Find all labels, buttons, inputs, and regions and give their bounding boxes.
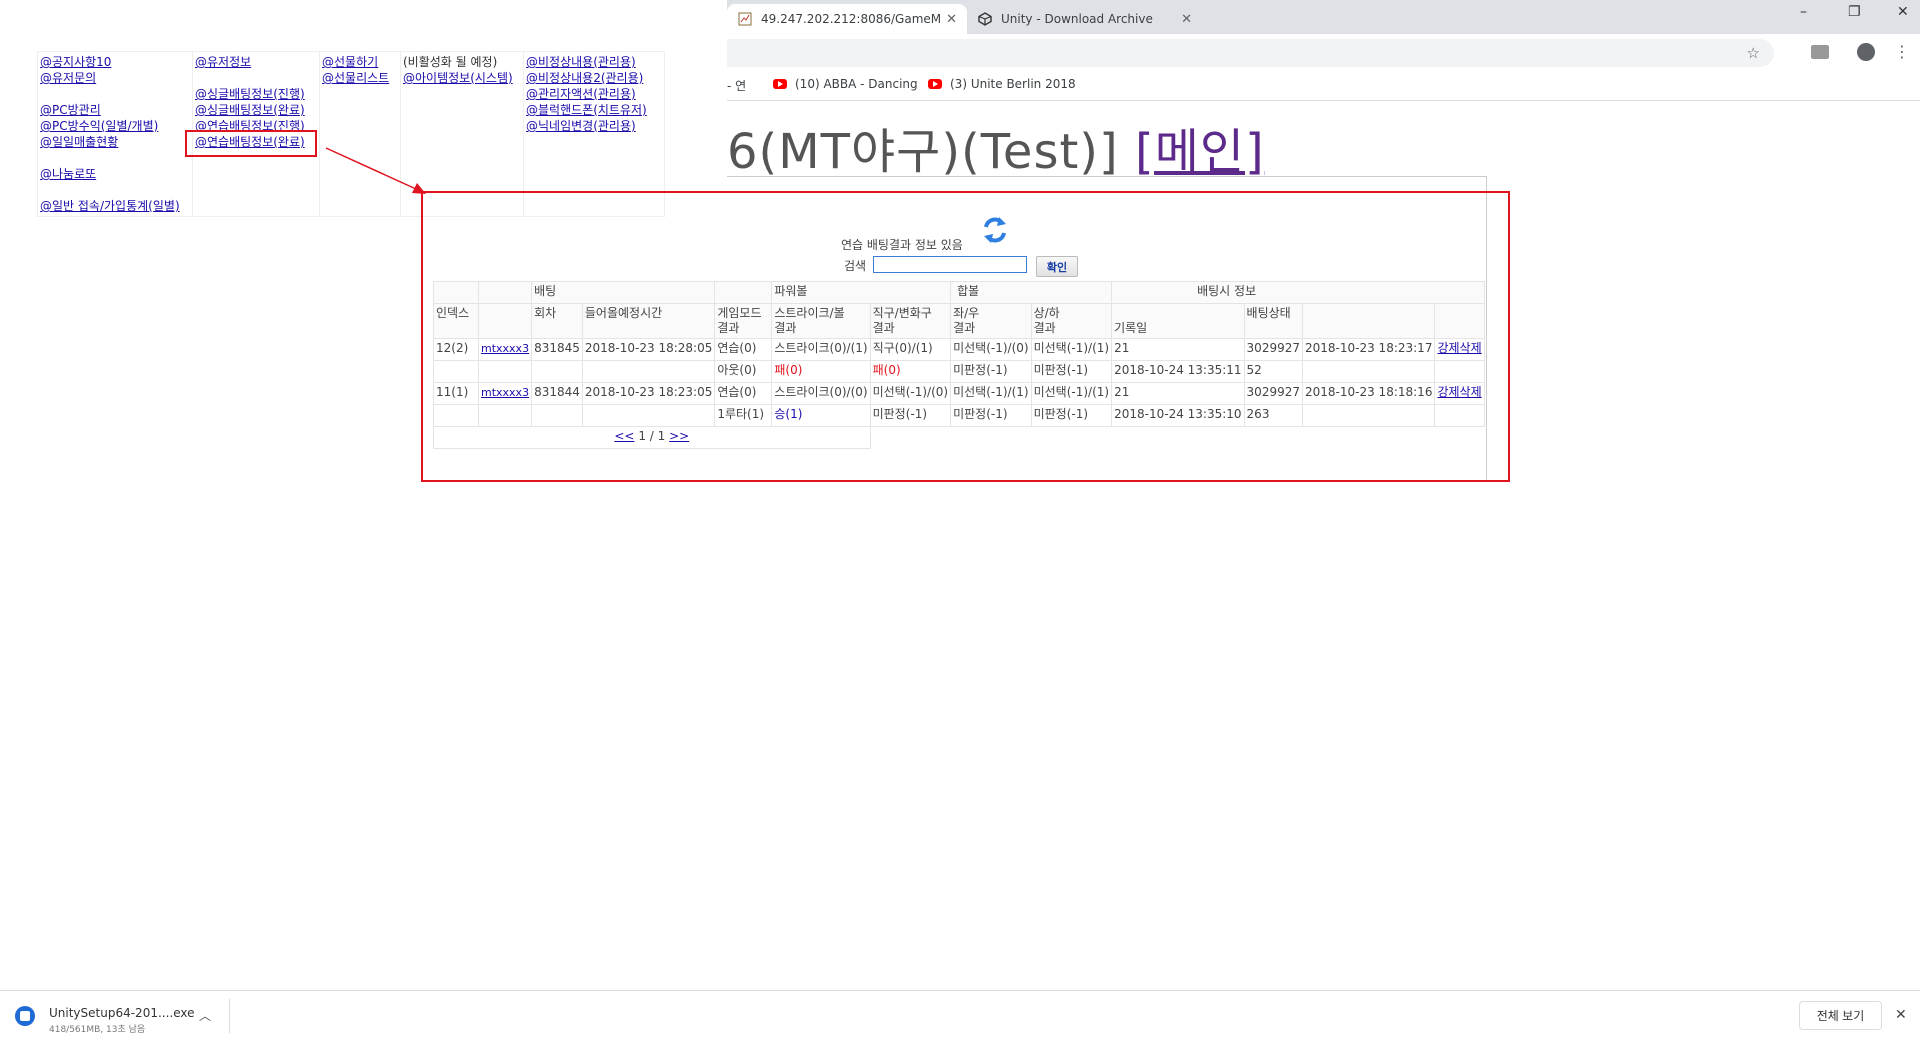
col-header: 직구/변화구 결과	[869, 303, 952, 339]
tab-title: Unity - Download Archive	[1001, 12, 1153, 26]
menu-link[interactable]: @비정상내용2(관리용)	[526, 71, 643, 85]
menu-note: (비활성화 될 예정)	[403, 55, 498, 69]
download-filename[interactable]: UnitySetup64-201....exe	[49, 1006, 195, 1020]
table-subrow: 1루타(1) 승(1) 미판정(-1) 미판정(-1) 미판정(-1) 2018…	[433, 404, 1485, 427]
menu-link[interactable]: @비정상내용(관리용)	[526, 55, 636, 69]
menu-link[interactable]: @선물하기	[322, 55, 378, 69]
download-bar: UnitySetup64-201....exe 418/561MB, 13초 남…	[0, 990, 1920, 1041]
menu-link[interactable]: @PC방관리	[40, 103, 101, 117]
user-link[interactable]: mtxxxx3	[481, 342, 529, 355]
bookmark-item[interactable]: (3) Unite Berlin 2018	[928, 77, 1076, 91]
menu-link[interactable]: @일반 접속/가입통계(일별)	[40, 199, 180, 213]
installer-icon	[15, 1006, 35, 1026]
table-subrow: 아웃(0) 패(0) 패(0) 미판정(-1) 미판정(-1) 2018-10-…	[433, 360, 1485, 383]
chevron-up-icon[interactable]: ︿	[199, 1007, 211, 1024]
search-label: 검색	[844, 259, 867, 273]
tab-unity-archive[interactable]: Unity - Download Archive ✕	[967, 4, 1202, 34]
show-all-button[interactable]: 전체 보기	[1799, 1001, 1882, 1030]
betting-table: 배팅 파워볼 합볼 배팅시 정보 인덱스 회차 들어올예정시간 게임모드 결과 …	[433, 281, 1485, 449]
address-bar[interactable]: ☆	[727, 39, 1774, 67]
status-text: 연습 배팅결과 정보 있음	[841, 238, 963, 252]
menu-link[interactable]: @관리자액션(관리용)	[526, 87, 636, 101]
bookmark-item[interactable]: - 연	[727, 77, 746, 94]
youtube-icon	[773, 79, 787, 89]
menu-link[interactable]: @유저문의	[40, 71, 96, 85]
tab-gamemtb[interactable]: 49.247.202.212:8086/GameMTB ✕	[727, 4, 967, 34]
close-icon[interactable]: ✕	[1895, 1007, 1907, 1023]
extension-icon[interactable]	[1811, 45, 1829, 59]
force-delete-link[interactable]: 강제삭제	[1437, 385, 1481, 399]
menu-link[interactable]: @나눔로또	[40, 167, 96, 181]
panel-border	[727, 176, 1487, 177]
bookmark-star-icon[interactable]: ☆	[1747, 44, 1760, 62]
pager-prev[interactable]: <<	[614, 429, 634, 443]
col-header: 상/하 결과	[1030, 303, 1113, 339]
menu-link[interactable]: @일일매출현황	[40, 135, 118, 149]
force-delete-link[interactable]: 강제삭제	[1437, 341, 1481, 355]
table-group-header-row: 배팅 파워볼 합볼 배팅시 정보	[433, 281, 1485, 304]
tab-title: 49.247.202.212:8086/GameMTB	[761, 12, 941, 26]
menu-link[interactable]: @선물리스트	[322, 71, 389, 85]
tab-close-icon[interactable]: ✕	[1181, 12, 1192, 27]
minimize-icon[interactable]: –	[1800, 4, 1807, 20]
pager-text: 1 / 1	[638, 429, 666, 443]
youtube-icon	[928, 79, 942, 89]
main-link[interactable]: [메인]	[1135, 124, 1265, 180]
menu-link[interactable]: @아이템정보(시스템)	[403, 71, 513, 85]
refresh-icon[interactable]	[982, 215, 1008, 248]
col-header: 회차	[531, 303, 583, 339]
col-header: 스트라이크/볼 결과	[771, 303, 871, 339]
menu-link[interactable]: @블럭핸드폰(치트유저)	[526, 103, 647, 117]
page-favicon-icon	[737, 11, 753, 27]
close-window-icon[interactable]: ✕	[1897, 4, 1909, 20]
table-header-row: 인덱스 회차 들어올예정시간 게임모드 결과 스트라이크/볼 결과 직구/변화구…	[433, 303, 1485, 339]
menu-highlight-box	[185, 130, 317, 157]
menu-link[interactable]: @싱글배팅정보(완료)	[195, 103, 305, 117]
tab-close-icon[interactable]: ✕	[946, 12, 957, 27]
table-row: 11(1) mtxxxx3 831844 2018-10-23 18:23:05…	[433, 382, 1485, 405]
search-input[interactable]	[873, 256, 1027, 273]
page-title: 6(MT야구)(Test)] [메인]	[727, 112, 1265, 182]
menu-kebab-icon[interactable]: ⋮	[1894, 42, 1910, 61]
group-header: 배팅	[531, 281, 716, 304]
group-header: 합볼	[950, 281, 1113, 304]
pager-row: << 1 / 1 >>	[433, 426, 1485, 449]
col-header: 들어올예정시간	[581, 303, 716, 339]
unity-icon	[977, 11, 993, 27]
col-header: 기록일	[1111, 303, 1245, 339]
page-title-text: 6(MT야구)(Test)]	[727, 124, 1119, 180]
menu-link[interactable]: @싱글배팅정보(진행)	[195, 87, 305, 101]
group-header: 파워볼	[771, 281, 952, 304]
menu-link[interactable]: @유저정보	[195, 55, 251, 69]
download-progress: 418/561MB, 13초 남음	[49, 1025, 146, 1035]
col-header: 배팅상태	[1243, 303, 1304, 339]
bookmark-item[interactable]: (10) ABBA - Dancing	[773, 77, 918, 91]
menu-link[interactable]: @닉네임변경(관리용)	[526, 119, 636, 133]
menu-link[interactable]: @PC방수익(일별/개별)	[40, 119, 158, 133]
user-link[interactable]: mtxxxx3	[481, 386, 529, 399]
group-header: 배팅시 정보	[1111, 281, 1485, 304]
restore-icon[interactable]: ❐	[1848, 4, 1861, 20]
tab-strip: 49.247.202.212:8086/GameMTB ✕ Unity - Do…	[727, 0, 1920, 34]
col-header: 좌/우 결과	[950, 303, 1032, 339]
confirm-button[interactable]: 확인	[1036, 256, 1078, 277]
pager: << 1 / 1 >>	[433, 426, 871, 449]
bookmarks-bar: - 연 (10) ABBA - Dancing (3) Unite Berlin…	[727, 70, 1920, 101]
profile-icon[interactable]	[1857, 43, 1875, 61]
col-header: 게임모드 결과	[714, 303, 773, 339]
table-row: 12(2) mtxxxx3 831845 2018-10-23 18:28:05…	[433, 338, 1485, 361]
col-header: 인덱스	[433, 303, 479, 339]
divider	[229, 999, 230, 1033]
menu-link[interactable]: @공지사항10	[40, 55, 111, 69]
pager-next[interactable]: >>	[669, 429, 689, 443]
